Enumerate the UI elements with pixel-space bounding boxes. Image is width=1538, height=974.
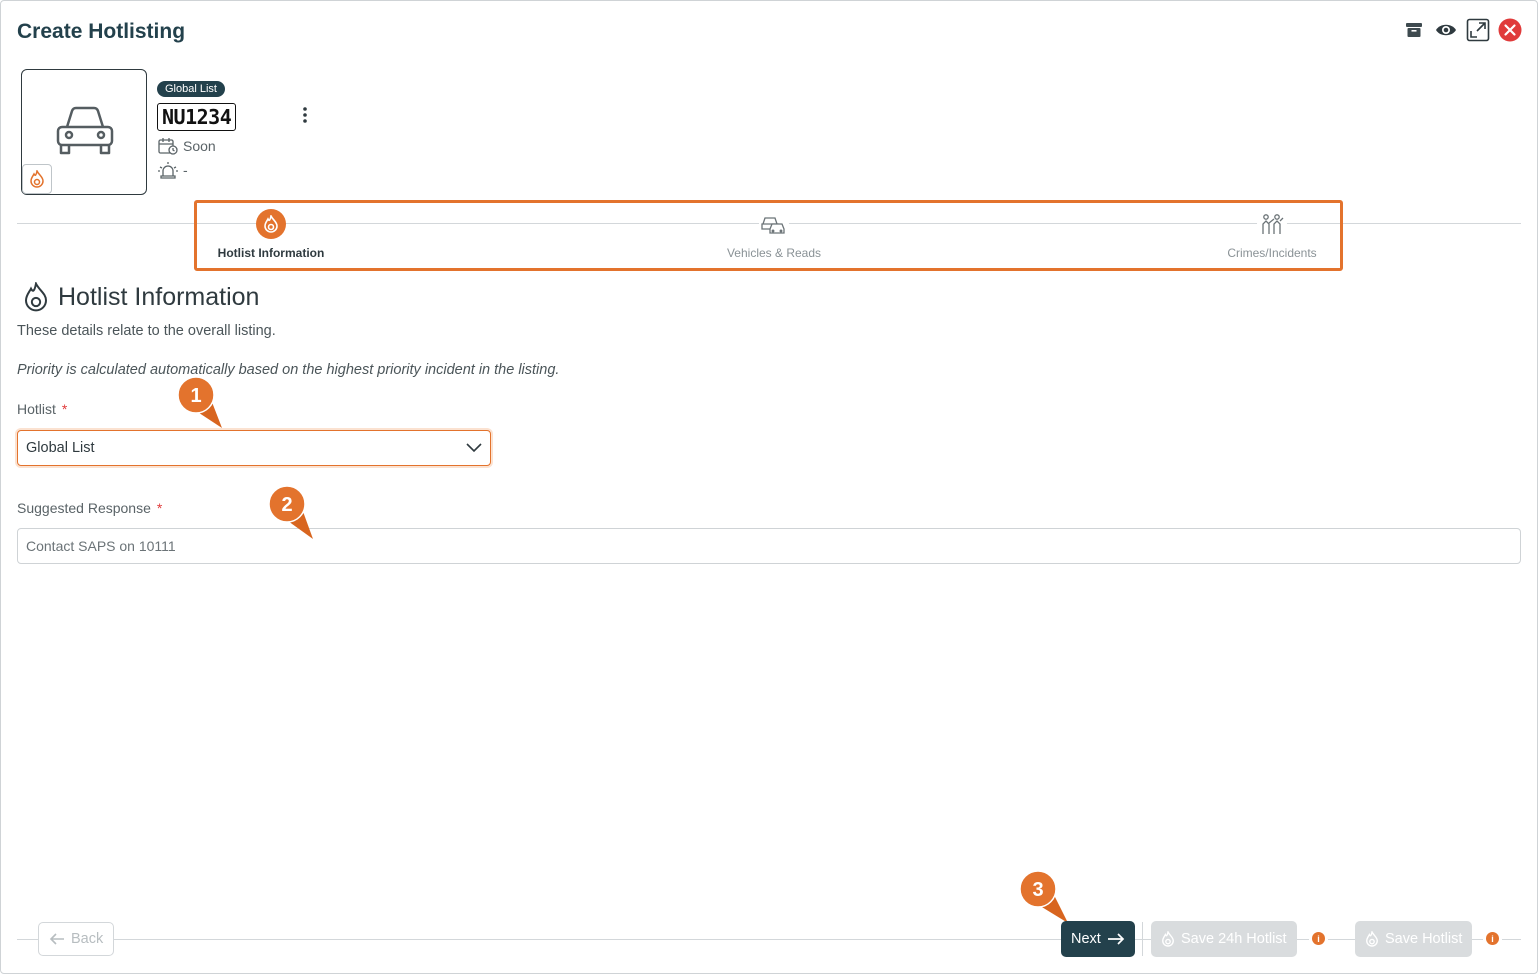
callout-number: 3 <box>1032 879 1043 901</box>
priority-row: - <box>158 161 188 179</box>
expiry-row: Soon <box>158 137 216 155</box>
car-icon <box>56 106 114 155</box>
next-label: Next <box>1071 931 1101 947</box>
info-icon: i <box>1312 932 1325 945</box>
siren-icon <box>158 162 178 179</box>
section-header: Hotlist Information <box>22 282 259 312</box>
callout-number: 2 <box>281 494 292 516</box>
callout-marker-1: 1 <box>176 376 222 433</box>
callout-number: 1 <box>190 385 201 407</box>
create-hotlisting-dialog <box>0 0 1538 974</box>
priority-value: - <box>183 162 188 178</box>
hotlist-select-value: Global List <box>26 440 95 456</box>
back-button[interactable]: Back <box>38 922 115 956</box>
save-hotlist-button[interactable]: Save Hotlist <box>1355 921 1473 957</box>
dialog-title: Create Hotlisting <box>17 20 186 43</box>
eye-icon[interactable] <box>1434 18 1458 42</box>
save-24h-hotlist-button[interactable]: Save 24h Hotlist <box>1151 921 1297 957</box>
more-options-icon[interactable] <box>296 104 314 126</box>
section-title: Hotlist Information <box>58 282 260 311</box>
calendar-clock-icon <box>158 138 178 155</box>
section-description: These details relate to the overall list… <box>17 323 276 339</box>
callout-marker-3: 3 <box>1018 870 1068 927</box>
required-mark: * <box>61 401 68 417</box>
save-hotlist-label: Save Hotlist <box>1385 931 1463 947</box>
close-icon[interactable] <box>1498 18 1522 42</box>
arrow-right-icon <box>1107 933 1125 945</box>
back-label: Back <box>71 931 104 947</box>
flame-icon <box>1162 931 1174 947</box>
hotlist-badge-icon <box>22 164 52 194</box>
archive-icon[interactable] <box>1402 18 1426 42</box>
flame-icon <box>24 282 48 312</box>
save-hotlist-info[interactable]: i <box>1483 932 1502 945</box>
save-24h-info[interactable]: i <box>1309 932 1328 945</box>
flame-icon <box>1366 931 1378 947</box>
response-field-label: Suggested Response * <box>17 500 162 516</box>
chevron-down-icon <box>466 443 482 453</box>
info-icon: i <box>1486 932 1499 945</box>
callout-marker-2: 2 <box>267 485 313 542</box>
suggested-response-input[interactable] <box>17 528 1521 564</box>
next-button[interactable]: Next <box>1061 921 1135 957</box>
step-tabs-highlight <box>194 200 1343 271</box>
hotlist-select[interactable]: Global List <box>17 430 491 466</box>
save-24h-label: Save 24h Hotlist <box>1181 931 1287 947</box>
hotlist-field-label: Hotlist * <box>17 401 67 417</box>
vehicle-image[interactable] <box>21 69 147 195</box>
expiry-value: Soon <box>183 138 216 154</box>
required-mark: * <box>156 500 163 516</box>
expand-icon[interactable] <box>1466 18 1490 42</box>
priority-note: Priority is calculated automatically bas… <box>17 362 560 378</box>
number-plate: NU1234 <box>157 103 237 131</box>
response-label-text: Suggested Response <box>17 500 151 516</box>
arrow-left-icon <box>49 933 64 945</box>
hotlist-badge: Global List <box>157 81 225 97</box>
header-actions <box>1402 18 1522 42</box>
footer-separator <box>1142 922 1143 956</box>
hotlist-label-text: Hotlist <box>17 401 56 417</box>
